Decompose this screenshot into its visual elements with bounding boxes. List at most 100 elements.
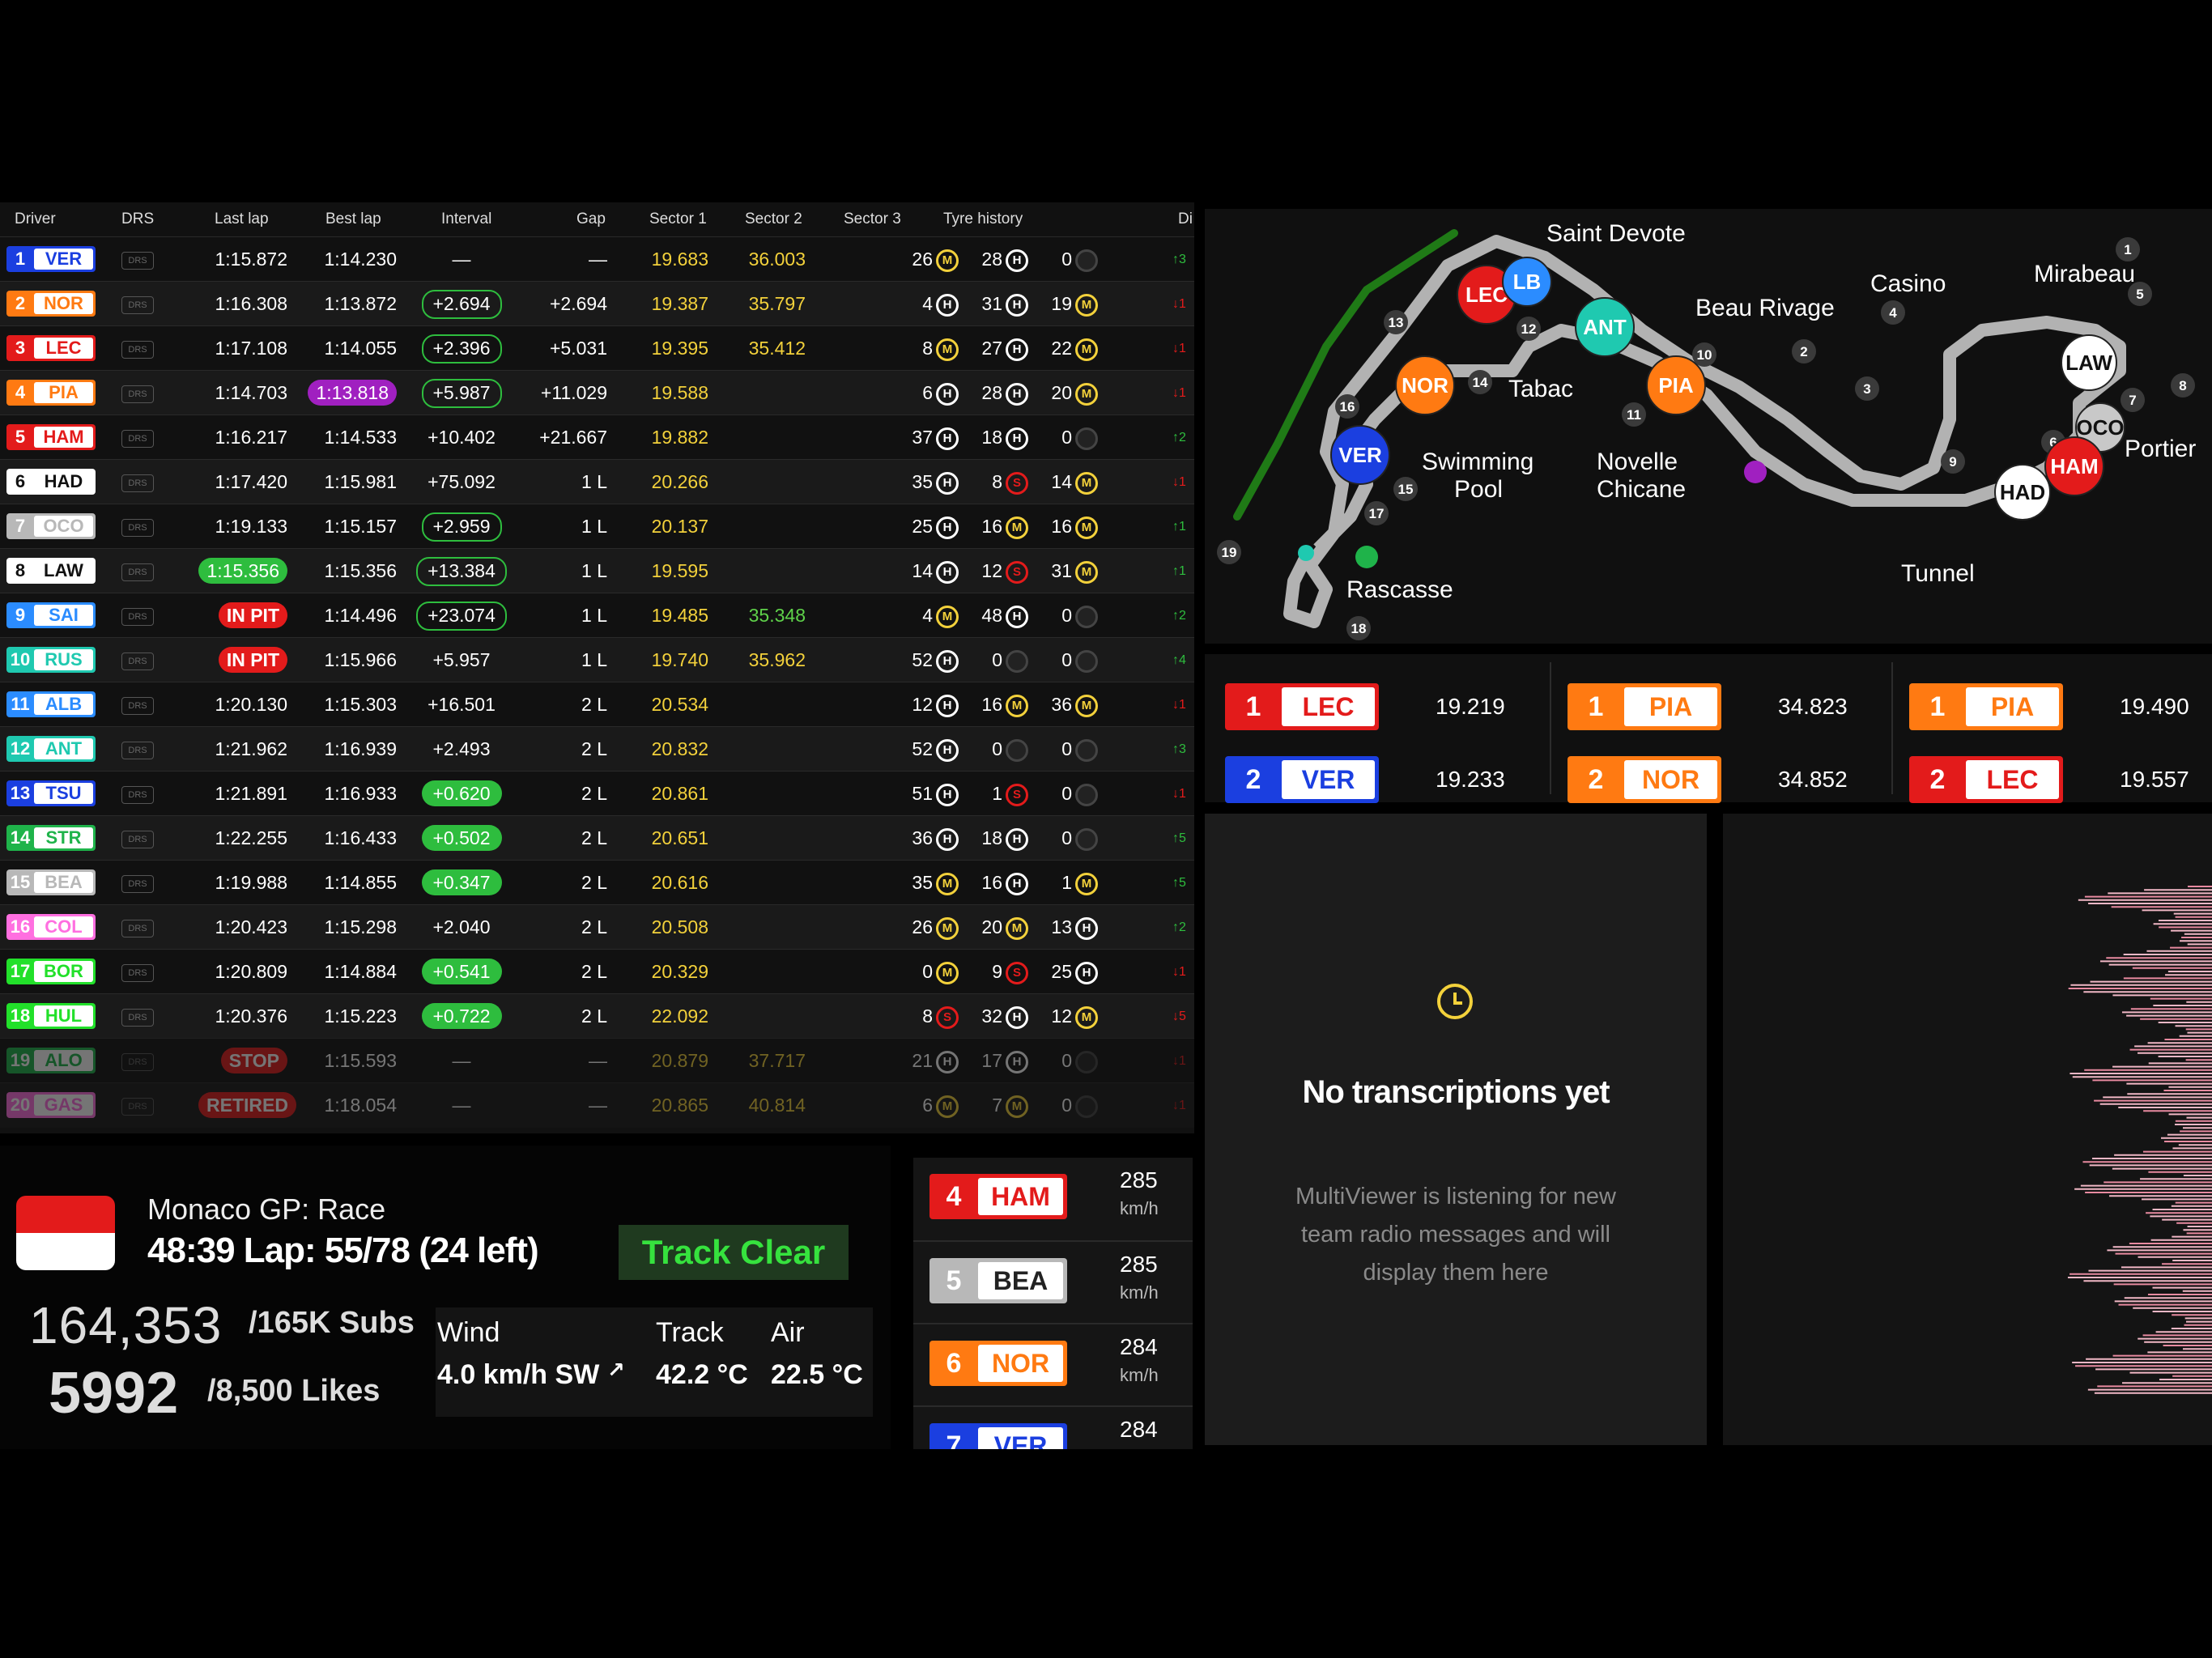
driver-row[interactable]: 11 ALB DRS 1:20.130 1:15.303 +16.501 2 L… bbox=[0, 682, 1194, 727]
column-header[interactable]: Sector 3 bbox=[844, 210, 901, 228]
car-marker-nor[interactable]: NOR bbox=[1395, 355, 1455, 415]
driver-row[interactable]: 7 OCO DRS 1:19.133 1:15.157 +2.959 1 L 2… bbox=[0, 504, 1194, 549]
last-lap-cell: IN PIT bbox=[198, 638, 287, 682]
last-lap-time: 1:20.376 bbox=[215, 1005, 287, 1027]
tyre-laps: 0 bbox=[1061, 738, 1072, 759]
car-marker-had[interactable]: HAD bbox=[1994, 464, 2051, 521]
driver-row[interactable]: 17 BOR DRS 1:20.809 1:14.884 +0.541 2 L … bbox=[0, 949, 1194, 994]
interval-value: +16.501 bbox=[428, 694, 496, 715]
last-lap-cell: 1:22.255 bbox=[198, 816, 287, 861]
tyre-laps: 31 bbox=[981, 293, 1002, 314]
tyre-stint: 18 H bbox=[968, 415, 1028, 460]
drs-indicator: DRS bbox=[121, 875, 154, 893]
drs-indicator: DRS bbox=[121, 252, 154, 270]
driver-row[interactable]: 14 STR DRS 1:22.255 1:16.433 +0.502 2 L … bbox=[0, 815, 1194, 861]
position-number: 10 bbox=[10, 649, 31, 670]
car-marker-ham[interactable]: HAM bbox=[2044, 436, 2104, 496]
sector2-cell bbox=[725, 994, 806, 1039]
sector-divider bbox=[1550, 662, 1551, 794]
sector2-cell bbox=[725, 816, 806, 861]
car-marker-pia[interactable]: PIA bbox=[1646, 355, 1706, 415]
last-lap-cell: 1:21.891 bbox=[198, 772, 287, 816]
tyre-laps: 1 bbox=[992, 783, 1002, 804]
interval-cell: +0.347 bbox=[405, 861, 518, 905]
gap-cell: — bbox=[589, 1095, 607, 1116]
column-header[interactable]: Interval bbox=[441, 210, 491, 228]
sector-position: 1 bbox=[1929, 691, 1946, 722]
column-header[interactable]: Best lap bbox=[325, 210, 381, 228]
sector-leader-badge[interactable]: 2 NOR bbox=[1568, 756, 1721, 803]
last-lap-cell: 1:20.376 bbox=[198, 994, 287, 1039]
driver-row[interactable]: 19 ALO DRS STOP 1:15.593 — — 20.879 37.7… bbox=[0, 1038, 1194, 1083]
corner-number-text: 5 bbox=[2136, 287, 2143, 302]
tyre-history-cell: 51 H 1 S 0 bbox=[899, 772, 1142, 816]
column-header[interactable]: Sector 2 bbox=[745, 210, 802, 228]
corner-label: Portier bbox=[2125, 436, 2196, 462]
driver-row[interactable]: 8 LAW DRS 1:15.356 1:15.356 +13.384 1 L … bbox=[0, 548, 1194, 593]
driver-row[interactable]: 16 COL DRS 1:20.423 1:15.298 +2.040 2 L … bbox=[0, 904, 1194, 950]
speed-value: 285 bbox=[1120, 1252, 1158, 1277]
position-number: 7 bbox=[15, 516, 26, 536]
driver-abbr: PIA bbox=[34, 382, 93, 403]
driver-row[interactable]: 18 HUL DRS 1:20.376 1:15.223 +0.722 2 L … bbox=[0, 993, 1194, 1039]
driver-abbr: LAW bbox=[34, 560, 93, 581]
sector-leader-badge[interactable]: 2 LEC bbox=[1909, 756, 2063, 803]
sector-leader-badge[interactable]: 1 LEC bbox=[1225, 683, 1379, 730]
driver-row[interactable]: 1 VER DRS 1:15.872 1:14.230 — — 19.683 3… bbox=[0, 236, 1194, 282]
last-lap-time: 1:20.130 bbox=[215, 694, 287, 715]
car-marker-ant[interactable]: ANT bbox=[1575, 297, 1635, 357]
best-lap-cell: 1:15.981 bbox=[296, 460, 397, 504]
column-header[interactable]: Tyre history bbox=[943, 210, 1023, 228]
best-lap-time: 1:14.496 bbox=[324, 605, 397, 626]
sector-leader-badge[interactable]: 1 PIA bbox=[1568, 683, 1721, 730]
car-marker-ver[interactable]: VER bbox=[1330, 425, 1390, 485]
best-lap-time: 1:18.054 bbox=[324, 1095, 397, 1116]
speed-trap-entry[interactable]: 5 BEA 285 km/h bbox=[913, 1240, 1193, 1321]
tyre-compound-icon: H bbox=[1006, 827, 1028, 851]
tyre-stint: 51 H bbox=[899, 772, 959, 816]
race-info-panel: Monaco GP: Race 48:39 Lap: 55/78 (24 lef… bbox=[0, 1146, 891, 1449]
tyre-compound-icon: H bbox=[1006, 1005, 1028, 1029]
position-change-arrow: ↑2 bbox=[1172, 609, 1186, 623]
tyre-laps: 35 bbox=[912, 471, 933, 492]
column-header[interactable]: Driver bbox=[15, 210, 56, 228]
driver-row[interactable]: 12 ANT DRS 1:21.962 1:16.939 +2.493 2 L … bbox=[0, 726, 1194, 772]
column-header[interactable]: Di bbox=[1178, 210, 1193, 228]
column-header[interactable]: Gap bbox=[576, 210, 606, 228]
sector1-cell: 19.683 bbox=[651, 249, 708, 270]
column-header[interactable]: DRS bbox=[121, 210, 154, 228]
car-marker-law[interactable]: LAW bbox=[2061, 334, 2117, 391]
last-lap-time: 1:17.420 bbox=[215, 471, 287, 492]
pit-status-badge: IN PIT bbox=[218, 647, 287, 673]
car-marker-label: LAW bbox=[2065, 351, 2112, 375]
speed-trap-entry[interactable]: 4 HAM 285 km/h bbox=[913, 1158, 1193, 1237]
car-marker-lb[interactable]: LB bbox=[1502, 257, 1552, 307]
driver-row[interactable]: 9 SAI DRS IN PIT 1:14.496 +23.074 1 L 19… bbox=[0, 593, 1194, 638]
driver-row[interactable]: 10 RUS DRS IN PIT 1:15.966 +5.957 1 L 19… bbox=[0, 637, 1194, 682]
speed-trap-entry[interactable]: 6 NOR 284 km/h bbox=[913, 1323, 1193, 1404]
driver-row[interactable]: 15 BEA DRS 1:19.988 1:14.855 +0.347 2 L … bbox=[0, 860, 1194, 905]
tyre-history-cell: 26 M 28 H 0 bbox=[899, 237, 1142, 282]
driver-row[interactable]: 3 LEC DRS 1:17.108 1:14.055 +2.396 +5.03… bbox=[0, 325, 1194, 371]
column-header[interactable]: Sector 1 bbox=[649, 210, 707, 228]
speed-trap-entry[interactable]: 7 VER 284 km/h bbox=[913, 1405, 1193, 1449]
driver-row[interactable]: 2 NOR DRS 1:16.308 1:13.872 +2.694 +2.69… bbox=[0, 281, 1194, 326]
driver-row[interactable]: 4 PIA DRS 1:14.703 1:13.818 +5.987 +11.0… bbox=[0, 370, 1194, 415]
driver-row[interactable]: 5 HAM DRS 1:16.217 1:14.533 +10.402 +21.… bbox=[0, 414, 1194, 460]
tyre-laps: 13 bbox=[1051, 916, 1072, 937]
driver-row[interactable]: 20 GAS DRS RETIRED 1:18.054 — — 20.865 4… bbox=[0, 1082, 1194, 1128]
tyre-compound-icon: M bbox=[936, 605, 959, 628]
tyre-laps: 0 bbox=[1061, 1050, 1072, 1071]
sector-leader-badge[interactable]: 2 VER bbox=[1225, 756, 1379, 803]
sector-leader-badge[interactable]: 1 PIA bbox=[1909, 683, 2063, 730]
tyre-stint: 35 H bbox=[899, 460, 959, 504]
sector2-cell: 40.814 bbox=[748, 1095, 806, 1116]
driver-abbr: LEC bbox=[34, 338, 93, 359]
tyre-stint: 4M bbox=[899, 593, 959, 638]
column-header[interactable]: Last lap bbox=[215, 210, 269, 228]
last-lap-time: 1:20.423 bbox=[215, 916, 287, 937]
driver-row[interactable]: 13 TSU DRS 1:21.891 1:16.933 +0.620 2 L … bbox=[0, 771, 1194, 816]
tyre-laps: 20 bbox=[981, 916, 1002, 937]
driver-row[interactable]: 6 HAD DRS 1:17.420 1:15.981 +75.092 1 L … bbox=[0, 459, 1194, 504]
corner-number: 18 bbox=[1346, 616, 1371, 640]
